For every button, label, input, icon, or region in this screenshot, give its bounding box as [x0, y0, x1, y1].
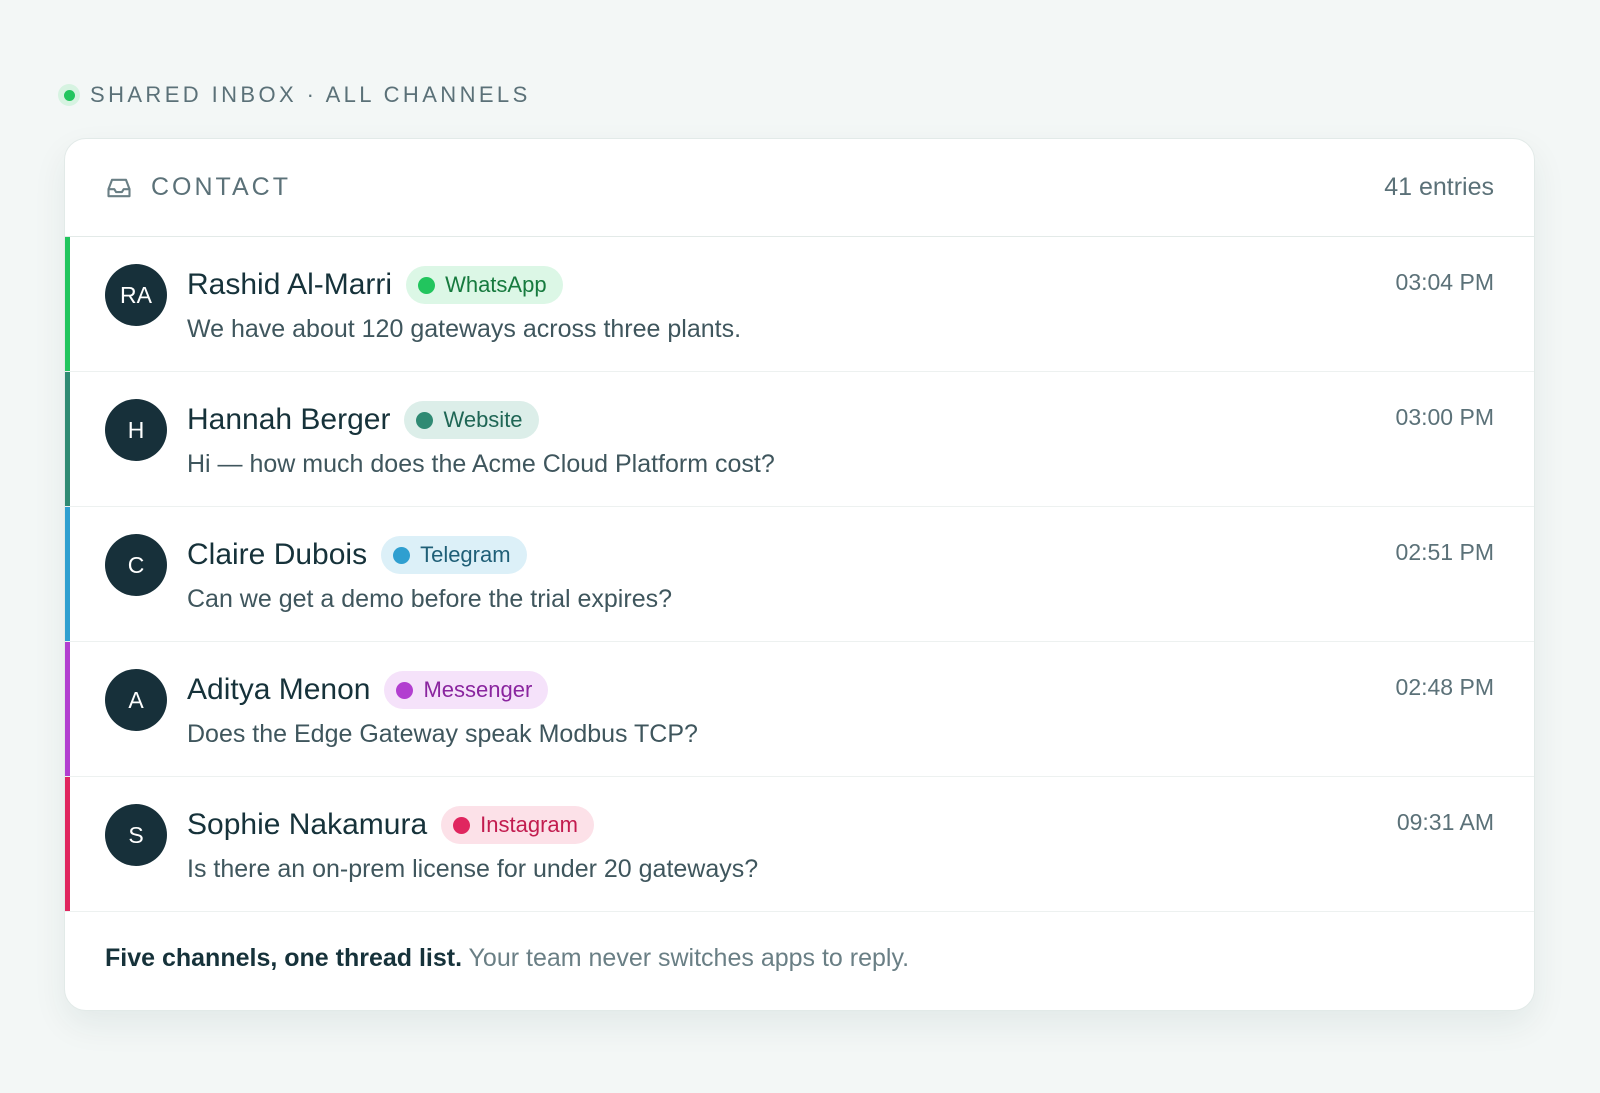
channel-badge: WhatsApp	[406, 266, 563, 304]
channel-label: Website	[443, 407, 523, 432]
channel-dot-icon	[393, 546, 411, 564]
message-preview: We have about 120 gateways across three …	[187, 315, 742, 343]
thread-row[interactable]: RA Rashid Al-Marri WhatsApp 03:04 PM We …	[65, 237, 1534, 372]
channel-label: Instagram	[480, 812, 578, 837]
channel-badge: Website	[404, 401, 539, 439]
thread-row[interactable]: A Aditya Menon Messenger 02:48 PM Does t…	[65, 642, 1534, 777]
channel-accent-bar	[65, 507, 70, 641]
contact-name: Hannah Berger	[187, 403, 391, 436]
thread-row[interactable]: C Claire Dubois Telegram 02:51 PM Can we…	[65, 507, 1534, 642]
thread-body: Hannah Berger Website 03:00 PM Hi — how …	[187, 400, 1494, 479]
contact-name: Sophie Nakamura	[187, 808, 428, 841]
thread-list-header: CONTACT 41 entries	[65, 139, 1534, 237]
thread-body: Claire Dubois Telegram 02:51 PM Can we g…	[187, 535, 1494, 614]
footer-text: Your team never switches apps to reply.	[462, 944, 910, 972]
contact-name: Claire Dubois	[187, 538, 368, 571]
thread-row[interactable]: S Sophie Nakamura Instagram 09:31 AM Is …	[65, 777, 1534, 912]
inbox-eyebrow: SHARED INBOX · ALL CHANNELS	[58, 82, 531, 108]
contact-name: Rashid Al-Marri	[187, 268, 393, 301]
channel-dot-icon	[453, 816, 471, 834]
avatar: H	[105, 399, 167, 461]
message-preview: Can we get a demo before the trial expir…	[187, 585, 672, 613]
channel-badge: Messenger	[384, 671, 549, 709]
contact-name: Aditya Menon	[187, 673, 371, 706]
thread-top: Hannah Berger Website	[187, 400, 1494, 440]
footer-headline: Five channels, one thread list.	[105, 944, 463, 972]
thread-list-card: CONTACT 41 entries RA Rashid Al-Marri Wh…	[64, 138, 1535, 1011]
avatar: RA	[105, 264, 167, 326]
thread-body: Aditya Menon Messenger 02:48 PM Does the…	[187, 670, 1494, 749]
message-preview: Is there an on-prem license for under 20…	[187, 855, 759, 883]
thread-body: Sophie Nakamura Instagram 09:31 AM Is th…	[187, 805, 1494, 884]
thread-top: Aditya Menon Messenger	[187, 670, 1494, 710]
channel-accent-bar	[65, 372, 70, 506]
entry-count: 41 entries	[1384, 173, 1494, 201]
channel-dot-icon	[416, 411, 434, 429]
channel-accent-bar	[65, 777, 70, 911]
inbox-icon	[105, 174, 133, 202]
card-footer: Five channels, one thread list. Your tea…	[65, 912, 1534, 973]
avatar: C	[105, 534, 167, 596]
live-status-icon	[58, 84, 80, 106]
channel-label: WhatsApp	[445, 272, 547, 297]
thread-list: RA Rashid Al-Marri WhatsApp 03:04 PM We …	[65, 237, 1534, 912]
message-preview: Hi — how much does the Acme Cloud Platfo…	[187, 450, 775, 478]
channel-dot-icon	[418, 276, 436, 294]
avatar: A	[105, 669, 167, 731]
thread-top: Rashid Al-Marri WhatsApp	[187, 265, 1494, 305]
channel-dot-icon	[396, 681, 414, 699]
message-preview: Does the Edge Gateway speak Modbus TCP?	[187, 720, 698, 748]
thread-top: Sophie Nakamura Instagram	[187, 805, 1494, 845]
avatar: S	[105, 804, 167, 866]
thread-top: Claire Dubois Telegram	[187, 535, 1494, 575]
channel-label: Messenger	[423, 677, 533, 702]
thread-time: 09:31 AM	[1396, 809, 1494, 835]
thread-row[interactable]: H Hannah Berger Website 03:00 PM Hi — ho…	[65, 372, 1534, 507]
eyebrow-label: SHARED INBOX · ALL CHANNELS	[90, 82, 531, 107]
thread-time: 02:51 PM	[1395, 539, 1494, 565]
channel-accent-bar	[65, 237, 70, 371]
channel-badge: Telegram	[381, 536, 527, 574]
thread-time: 02:48 PM	[1395, 674, 1494, 700]
channel-badge: Instagram	[441, 806, 594, 844]
channel-label: Telegram	[420, 542, 511, 567]
thread-time: 03:04 PM	[1395, 269, 1494, 295]
header-left: CONTACT	[105, 173, 291, 202]
thread-time: 03:00 PM	[1395, 404, 1494, 430]
thread-body: Rashid Al-Marri WhatsApp 03:04 PM We hav…	[187, 265, 1494, 344]
column-title: CONTACT	[151, 173, 291, 201]
channel-accent-bar	[65, 642, 70, 776]
